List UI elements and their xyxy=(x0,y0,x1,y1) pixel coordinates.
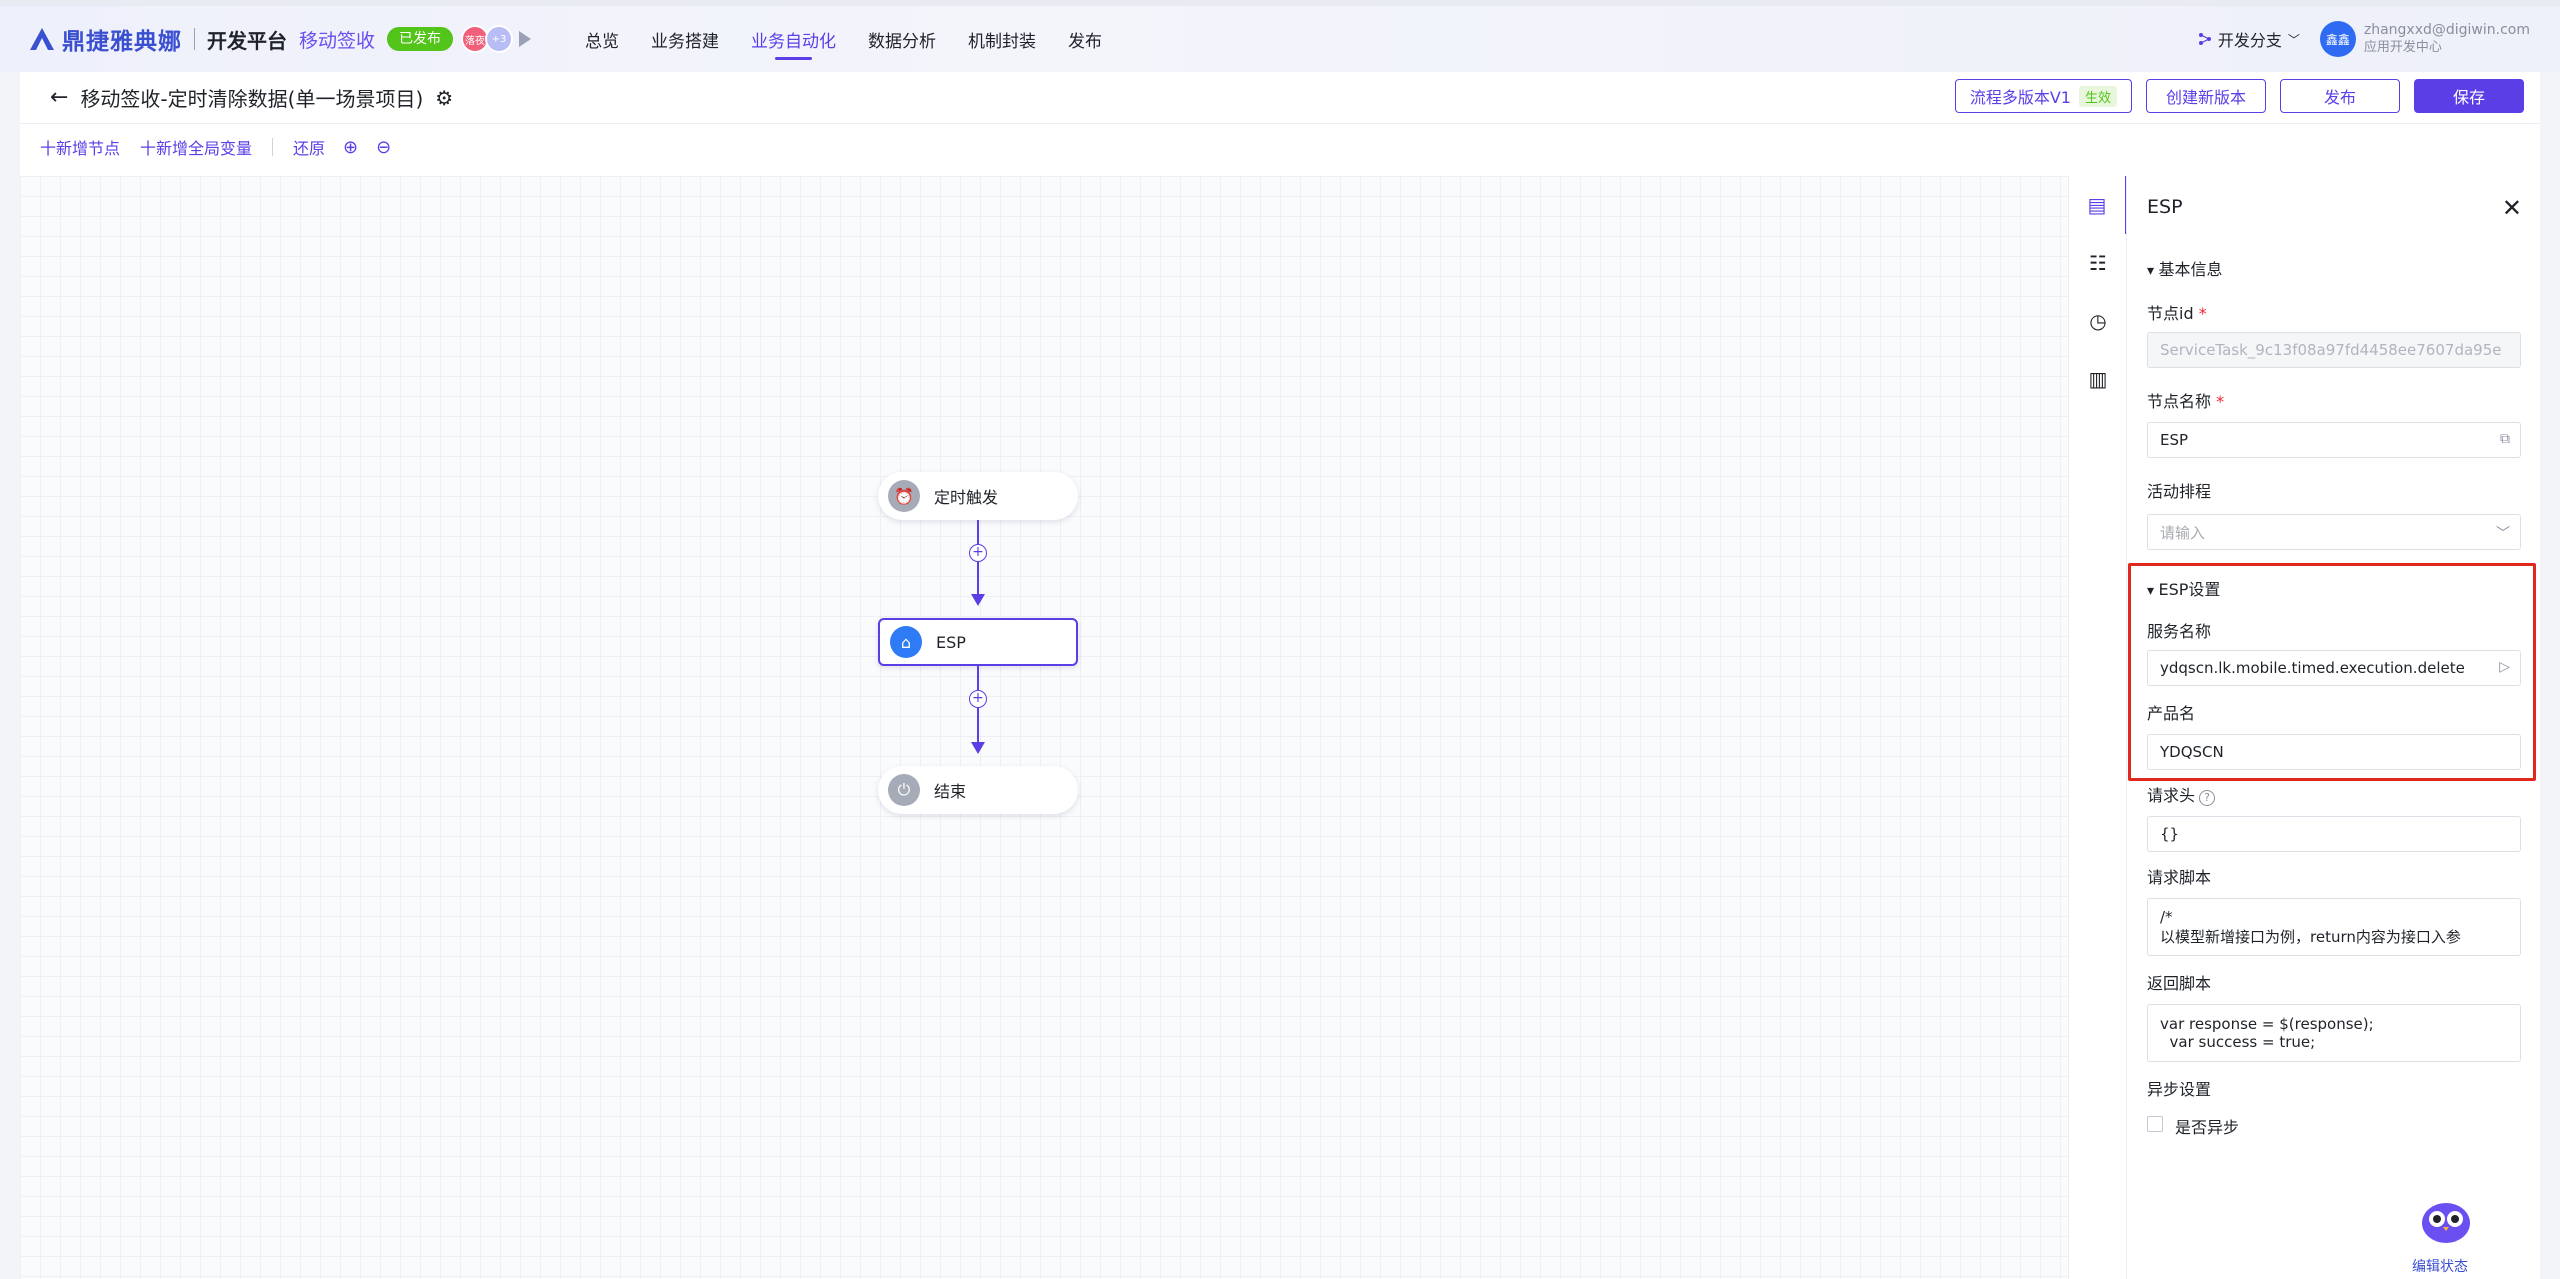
request-header-input[interactable]: {} xyxy=(2147,816,2521,852)
async-checkbox-label[interactable]: 是否异步 xyxy=(2175,1114,2239,1138)
copy-icon[interactable]: ⧉ xyxy=(2500,431,2510,447)
section-basic-info[interactable]: 基本信息 xyxy=(2147,256,2222,280)
variables-icon[interactable]: ▥ xyxy=(2069,350,2127,408)
power-icon: ⏻ xyxy=(888,774,920,806)
response-script-label: 返回脚本 xyxy=(2147,974,2212,993)
flow-node-timer-trigger[interactable]: ⏰ 定时触发 xyxy=(878,472,1078,520)
user-role: 应用开发中心 xyxy=(2363,40,2442,55)
header-actions: 流程多版本V1 生效 创建新版本 发布 保存 xyxy=(1941,79,2524,113)
branch-icon xyxy=(2198,33,2211,45)
tab-mechanism-package[interactable]: 机制封装 xyxy=(968,6,1036,72)
restore-button[interactable]: 还原 xyxy=(293,135,325,159)
page-header: ← 移动签收-定时清除数据(单一场景项目) ⚙ 流程多版本V1 生效 创建新版本… xyxy=(20,72,2540,192)
brand[interactable]: 鼎捷雅典娜 开发平台 移动签收 已发布 落夜 +3 xyxy=(28,6,532,72)
save-button[interactable]: 保存 xyxy=(2414,79,2524,113)
back-arrow-icon[interactable]: ← xyxy=(50,85,68,110)
canvas-toolbar: 十新增节点 十新增全局变量 还原 ⊕ ⊖ xyxy=(20,124,2540,170)
collaborator-avatars[interactable]: 落夜 +3 xyxy=(461,25,514,53)
toolbar-divider xyxy=(272,138,274,156)
top-navigation: 鼎捷雅典娜 开发平台 移动签收 已发布 落夜 +3 总览 业务搭建 业务自动化 … xyxy=(0,0,2560,72)
owl-mascot-icon[interactable] xyxy=(2416,1195,2476,1245)
chevron-down-icon: ﹀ xyxy=(2496,526,2510,542)
publish-status-badge: 已发布 xyxy=(387,27,454,51)
product-name-input[interactable]: YDQSCN xyxy=(2147,734,2521,770)
node-name-input[interactable]: ESP ⧉ xyxy=(2147,422,2521,458)
help-icon[interactable]: ? xyxy=(2199,790,2216,806)
chevron-down-icon: ﹀ xyxy=(2287,32,2300,47)
connector-arrow xyxy=(971,742,985,754)
async-settings-label: 异步设置 xyxy=(2147,1080,2212,1099)
play-icon[interactable] xyxy=(519,31,532,47)
service-name-label: 服务名称 xyxy=(2147,622,2212,641)
create-version-button[interactable]: 创建新版本 xyxy=(2146,79,2266,113)
version-label: 流程多版本V1 xyxy=(1969,88,2071,107)
add-node-button[interactable]: 十新增节点 xyxy=(40,135,120,159)
activity-schedule-label: 活动排程 xyxy=(2147,482,2212,501)
tab-business-build[interactable]: 业务搭建 xyxy=(651,6,719,72)
expand-icon[interactable]: ▷ xyxy=(2499,659,2510,675)
zoom-in-icon[interactable]: ⊕ xyxy=(343,137,358,158)
platform-name: 开发平台 xyxy=(207,28,287,53)
request-script-editor[interactable]: /* 以模型新增接口为例，return内容为接口入参 xyxy=(2147,898,2521,956)
async-checkbox[interactable] xyxy=(2147,1116,2163,1132)
side-rail: ▤ ☷ ◷ ▥ xyxy=(2068,176,2127,1279)
tab-publish[interactable]: 发布 xyxy=(1068,6,1102,72)
app-name[interactable]: 移动签收 xyxy=(299,26,375,53)
user-email: zhangxxd@digiwin.com xyxy=(2363,22,2530,38)
zoom-out-icon[interactable]: ⊖ xyxy=(376,137,391,158)
node-label: ESP xyxy=(936,632,966,652)
section-esp-settings[interactable]: ESP设置 xyxy=(2147,576,2220,600)
connector-arrow xyxy=(971,594,985,606)
alarm-clock-icon: ⏰ xyxy=(888,480,920,512)
user-avatar[interactable]: 鑫鑫 xyxy=(2319,21,2356,57)
main-nav-tabs: 总览 业务搭建 业务自动化 数据分析 机制封装 发布 xyxy=(585,6,1134,72)
node-label: 定时触发 xyxy=(934,488,999,507)
version-button[interactable]: 流程多版本V1 生效 xyxy=(1954,79,2132,113)
node-label: 结束 xyxy=(934,782,967,801)
branch-selector[interactable]: 开发分支 ﹀ xyxy=(2198,27,2300,51)
edit-state-label[interactable]: 编辑状态 xyxy=(2412,1256,2468,1276)
tab-business-automation[interactable]: 业务自动化 xyxy=(751,6,836,72)
product-name-label: 产品名 xyxy=(2147,704,2196,723)
top-right-area: 开发分支 ﹀ 鑫鑫 zhangxxd@digiwin.com 应用开发中心 xyxy=(2198,6,2530,72)
user-info[interactable]: zhangxxd@digiwin.com 应用开发中心 xyxy=(2364,21,2530,57)
history-clock-icon[interactable]: ◷ xyxy=(2069,292,2127,350)
tab-data-analysis[interactable]: 数据分析 xyxy=(868,6,936,72)
activity-schedule-select[interactable]: 请输入 ﹀ xyxy=(2147,514,2521,550)
request-script-label: 请求脚本 xyxy=(2147,868,2212,887)
settings-gear-icon[interactable]: ⚙ xyxy=(435,86,453,110)
publish-button[interactable]: 发布 xyxy=(2280,79,2400,113)
panel-title: ESP xyxy=(2147,196,2183,218)
add-global-variable-button[interactable]: 十新增全局变量 xyxy=(140,135,252,159)
brand-logo-icon xyxy=(30,28,54,50)
request-header-label: 请求头? xyxy=(2147,782,2216,806)
add-node-plus-icon[interactable]: + xyxy=(969,544,987,562)
tab-overview[interactable]: 总览 xyxy=(585,6,619,72)
version-status-badge: 生效 xyxy=(2078,85,2117,107)
properties-panel: ESP ✕ 基本信息 节点id * ServiceTask_9c13f08a97… xyxy=(2126,176,2540,1279)
brand-name: 鼎捷雅典娜 xyxy=(62,29,182,55)
service-name-input[interactable]: ydqscn.lk.mobile.timed.execution.delete … xyxy=(2147,650,2521,686)
structure-icon[interactable]: ☷ xyxy=(2069,234,2127,292)
more-collaborators-badge[interactable]: +3 xyxy=(485,25,514,53)
flow-node-esp[interactable]: ⌂ ESP xyxy=(878,618,1078,666)
node-id-label: 节点id * xyxy=(2147,304,2207,323)
page-title: 移动签收-定时清除数据(单一场景项目) xyxy=(80,87,424,111)
title-row: ← 移动签收-定时清除数据(单一场景项目) ⚙ 流程多版本V1 生效 创建新版本… xyxy=(20,72,2540,124)
esp-icon: ⌂ xyxy=(890,626,922,658)
node-name-label: 节点名称 * xyxy=(2147,392,2225,411)
response-script-editor[interactable]: var response = $(response); var success … xyxy=(2147,1004,2521,1062)
branch-label: 开发分支 xyxy=(2217,31,2282,50)
brand-divider xyxy=(194,28,195,50)
flow-node-end[interactable]: ⏻ 结束 xyxy=(878,766,1078,814)
close-icon[interactable]: ✕ xyxy=(2502,194,2522,222)
add-node-plus-icon[interactable]: + xyxy=(969,690,987,708)
properties-icon[interactable]: ▤ xyxy=(2069,176,2127,234)
node-id-field: ServiceTask_9c13f08a97fd4458ee7607da95e xyxy=(2147,332,2521,368)
flow-canvas[interactable]: ⏰ 定时触发 + ⌂ ESP + ⏻ 结束 xyxy=(20,176,2068,1279)
